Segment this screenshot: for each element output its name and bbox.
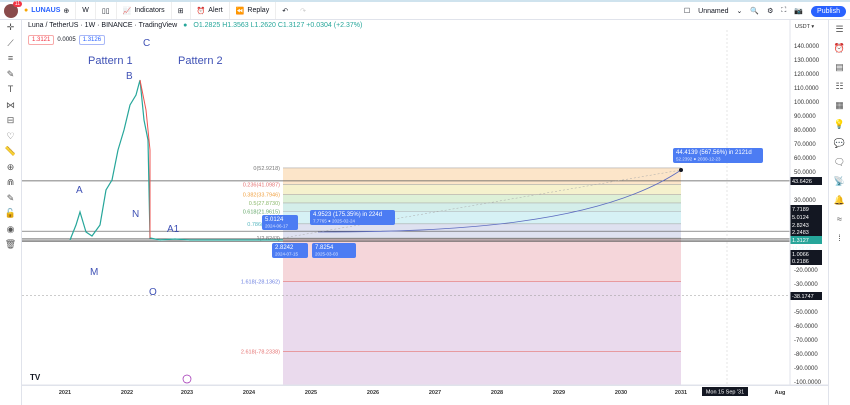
currency-label: USDT ▾: [795, 24, 814, 30]
annotation-pattern2: Pattern 2: [178, 55, 223, 67]
price-tick: -30.0000: [794, 282, 818, 288]
annotation-N: N: [132, 209, 139, 220]
low-value: L1.2620: [250, 22, 276, 29]
price-tag: 43.6426: [792, 179, 812, 185]
bottom-bar: [22, 385, 828, 405]
fib-level-label: 0.236(41.0987): [243, 182, 280, 188]
callout-b-sublabel: 2024-07-15: [275, 252, 299, 257]
callout-c-label: 7.8254: [315, 245, 334, 251]
fib-level-label: 0.382(33.7946): [243, 193, 280, 199]
spread: 0.0005: [57, 37, 76, 43]
fib-level-label: 0.618(21.9615): [243, 209, 280, 215]
annotation-C: C: [143, 38, 150, 49]
tradingview-logo: TV: [30, 373, 41, 382]
price-tag: 7.7189: [792, 207, 809, 213]
chart-canvas[interactable]: 0(52.9218) 0.236(41.0987) 0.382(33.7946) 0.…: [0, 0, 850, 405]
change-value: +0.0304 (+2.37%): [306, 22, 363, 29]
callout-a-label: 5.0124: [265, 217, 284, 223]
annotation-A: A: [76, 185, 83, 196]
countdown-label: 14:28:22: [792, 246, 812, 252]
fib-band: [283, 281, 681, 352]
price-tag: 0.2186: [792, 259, 809, 265]
callout-b-label: 2.8242: [275, 245, 294, 251]
price-tick: 100.0000: [794, 100, 820, 106]
sell-button[interactable]: 1.3121: [28, 35, 55, 45]
price-tick: 140.0000: [794, 44, 820, 50]
annotation-pattern1: Pattern 1: [88, 55, 133, 67]
callout-mid-label: 4.9523 (175.35%) in 224d: [313, 212, 382, 218]
projection-point: [679, 168, 683, 172]
close-value: C1.3127: [277, 22, 305, 29]
chart-legend: Luna / TetherUS · 1W · BINANCE · Trading…: [28, 22, 362, 29]
annotation-B: B: [126, 71, 133, 82]
price-tick: 50.0000: [794, 170, 816, 176]
price-tag: 5.0124: [792, 215, 809, 221]
price-tick: 120.0000: [794, 72, 820, 78]
ohlc-values: O1.2825 H1.3563 L1.2620 C1.3127 +0.0304 …: [193, 22, 362, 29]
annotation-M: M: [90, 267, 98, 278]
price-series: [69, 79, 283, 241]
fib-level-label: 1.618(-28.1362): [241, 279, 280, 285]
bid-ask: 1.3121 0.0005 1.3126: [28, 35, 106, 45]
market-open-dot: ●: [183, 22, 188, 29]
price-tag: 2.2483: [792, 230, 809, 236]
high-value: H1.3563: [222, 22, 249, 29]
price-tag: -38.1747: [792, 294, 814, 300]
price-tick: -60.0000: [794, 324, 818, 330]
fib-level-label: 0(52.9218): [253, 166, 280, 172]
callout-main-label: 44.4139 (567.56%) in 2121d: [676, 150, 752, 156]
price-tick: 60.0000: [794, 156, 816, 162]
price-tick: 90.0000: [794, 114, 816, 120]
price-tick: -20.0000: [794, 268, 818, 274]
annotation-A1: A1: [167, 224, 180, 235]
price-tag: 1.3127: [792, 238, 809, 244]
callout-main-sublabel: 52.2392 ● 2030-12-23: [676, 157, 721, 162]
price-tick: 80.0000: [794, 128, 816, 134]
price-tick: 130.0000: [794, 58, 820, 64]
price-tick: -70.0000: [794, 338, 818, 344]
price-tick: 70.0000: [794, 142, 816, 148]
buy-button[interactable]: 1.3126: [78, 35, 106, 45]
fib-band: [283, 184, 681, 195]
open-value: O1.2825: [193, 22, 221, 29]
callout-mid-sublabel: 7.7765 ● 2025-02-24: [313, 219, 355, 224]
fib-level-label: 2.618(-78.2338): [241, 350, 280, 356]
event-marker-icon: [182, 374, 192, 384]
fib-band: [283, 167, 681, 185]
callout-a-sublabel: 2024-06-17: [265, 224, 289, 229]
price-tick: 110.0000: [794, 86, 819, 92]
chart-title: Luna / TetherUS · 1W · BINANCE · Trading…: [28, 22, 178, 29]
callout-c-sublabel: 2025-03-03: [315, 252, 339, 257]
fib-level-label: 0.5(27.8730): [249, 201, 280, 207]
fib-band: [283, 351, 681, 385]
price-tick: -90.0000: [794, 366, 818, 372]
price-tick: 30.0000: [794, 198, 816, 204]
annotation-O: O: [149, 287, 157, 298]
price-tick: -80.0000: [794, 352, 818, 358]
price-tick: -50.0000: [794, 310, 818, 316]
